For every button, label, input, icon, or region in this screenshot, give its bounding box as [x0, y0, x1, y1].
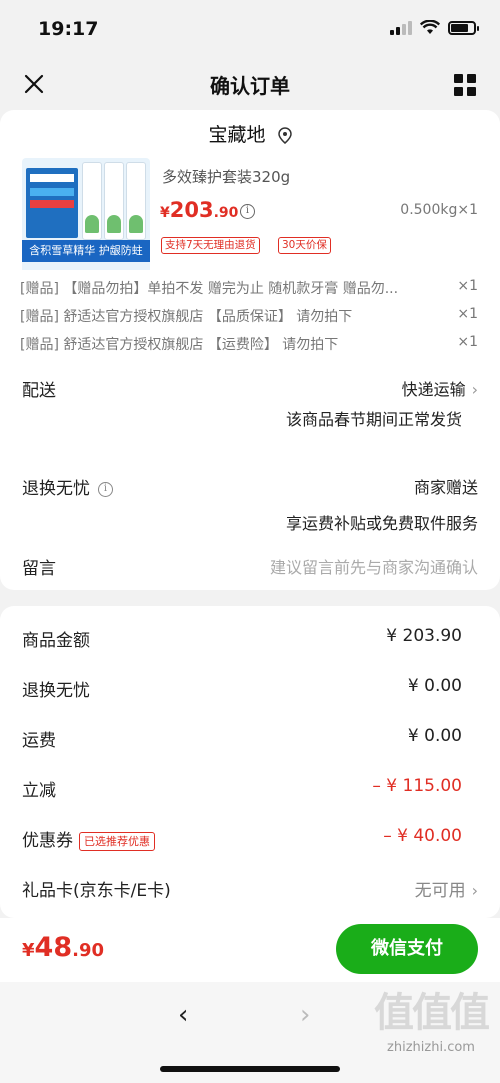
total-price: ¥48.90 — [22, 932, 104, 963]
bottom-bar: ‹ › 值值值 zhizhizhi.com — [0, 982, 500, 1083]
status-icons — [390, 20, 479, 35]
discount-amount-row: 立减 – ¥ 115.00 — [22, 776, 462, 801]
watermark-url: zhizhizhi.com — [387, 1040, 475, 1055]
forward-arrow-icon[interactable]: › — [300, 1000, 310, 1030]
product-title: 多效臻护套装320g — [162, 168, 291, 186]
return-worry-amount-row: 退换无忧 ¥ 0.00 — [22, 676, 462, 701]
coupon-selected-tag: 已选推荐优惠 — [79, 831, 155, 851]
coupon-row[interactable]: 优惠券 已选推荐优惠 – ¥ 40.00 — [0, 826, 500, 856]
return-worry-note: 享运费补贴或免费取件服务 — [285, 514, 478, 533]
product-image-banner: 含积雪草精华 护龈防蛀 — [22, 240, 150, 262]
shop-name-label: 宝藏地 — [208, 124, 266, 146]
return-policy-tag: 支持7天无理由退货 — [161, 237, 260, 254]
product-weight-qty: 0.500kg×1 — [400, 202, 478, 218]
amount-card: 商品金额 ¥ 203.90 退换无忧 ¥ 0.00 运费 ¥ 0.00 立减 – ¥ 1… — [0, 606, 500, 918]
grid-menu-icon[interactable] — [454, 74, 476, 96]
gift-item: [赠品] 舒适达官方授权旗舰店 【品质保证】 请勿拍下 ×1 — [20, 306, 478, 325]
info-icon[interactable]: i — [98, 481, 113, 497]
status-bar: 19:17 — [0, 0, 500, 58]
pay-bar: ¥48.90 微信支付 — [0, 918, 500, 982]
back-arrow-icon[interactable]: ‹ — [178, 1000, 188, 1030]
price-protect-tag: 30天价保 — [278, 237, 331, 254]
location-pin-icon — [277, 126, 292, 144]
chevron-right-icon: › — [471, 380, 478, 399]
signal-icon — [390, 20, 412, 35]
message-label: 留言 — [22, 559, 56, 579]
wifi-icon — [420, 20, 440, 34]
home-indicator[interactable] — [160, 1066, 340, 1072]
nav-bar: 确认订单 — [0, 58, 500, 110]
delivery-option[interactable]: 快递运输 › — [402, 376, 478, 400]
return-worry-label: 退换无忧 i — [22, 474, 113, 499]
shipping-amount-row: 运费 ¥ 0.00 — [22, 726, 462, 751]
gift-item: [赠品] 舒适达官方授权旗舰店 【运费险】 请勿拍下 ×1 — [20, 334, 478, 353]
return-worry-value: 商家赠送 — [413, 478, 478, 497]
message-input[interactable]: 建议留言前先与商家沟通确认 — [270, 554, 478, 578]
wechat-pay-button[interactable]: 微信支付 — [336, 924, 478, 974]
status-time: 19:17 — [38, 18, 99, 40]
price-info-icon[interactable]: i — [240, 204, 255, 219]
battery-icon — [448, 20, 479, 35]
delivery-note: 该商品春节期间正常发货 — [285, 410, 462, 429]
gift-item: [赠品] 【赠品勿拍】单拍不发 赠完为止 随机款牙膏 赠品勿... ×1 — [20, 278, 478, 297]
shop-name[interactable]: 宝藏地 — [0, 120, 500, 147]
chevron-right-icon: › — [471, 881, 478, 900]
product-price: ¥203.90 — [160, 198, 239, 222]
order-card: 宝藏地 含积雪草精华 护龈防蛀 多效臻护套装320g ¥203.90 i 0.5… — [0, 110, 500, 590]
watermark: 值值值 zhizhizhi.com — [374, 982, 490, 1055]
delivery-label: 配送 — [22, 381, 56, 401]
goods-amount-row: 商品金额 ¥ 203.90 — [22, 626, 462, 651]
watermark-logo: 值值值 — [374, 990, 490, 1036]
giftcard-row[interactable]: 礼品卡(京东卡/E卡) 无可用 › — [0, 876, 500, 906]
page-title: 确认订单 — [210, 74, 290, 98]
